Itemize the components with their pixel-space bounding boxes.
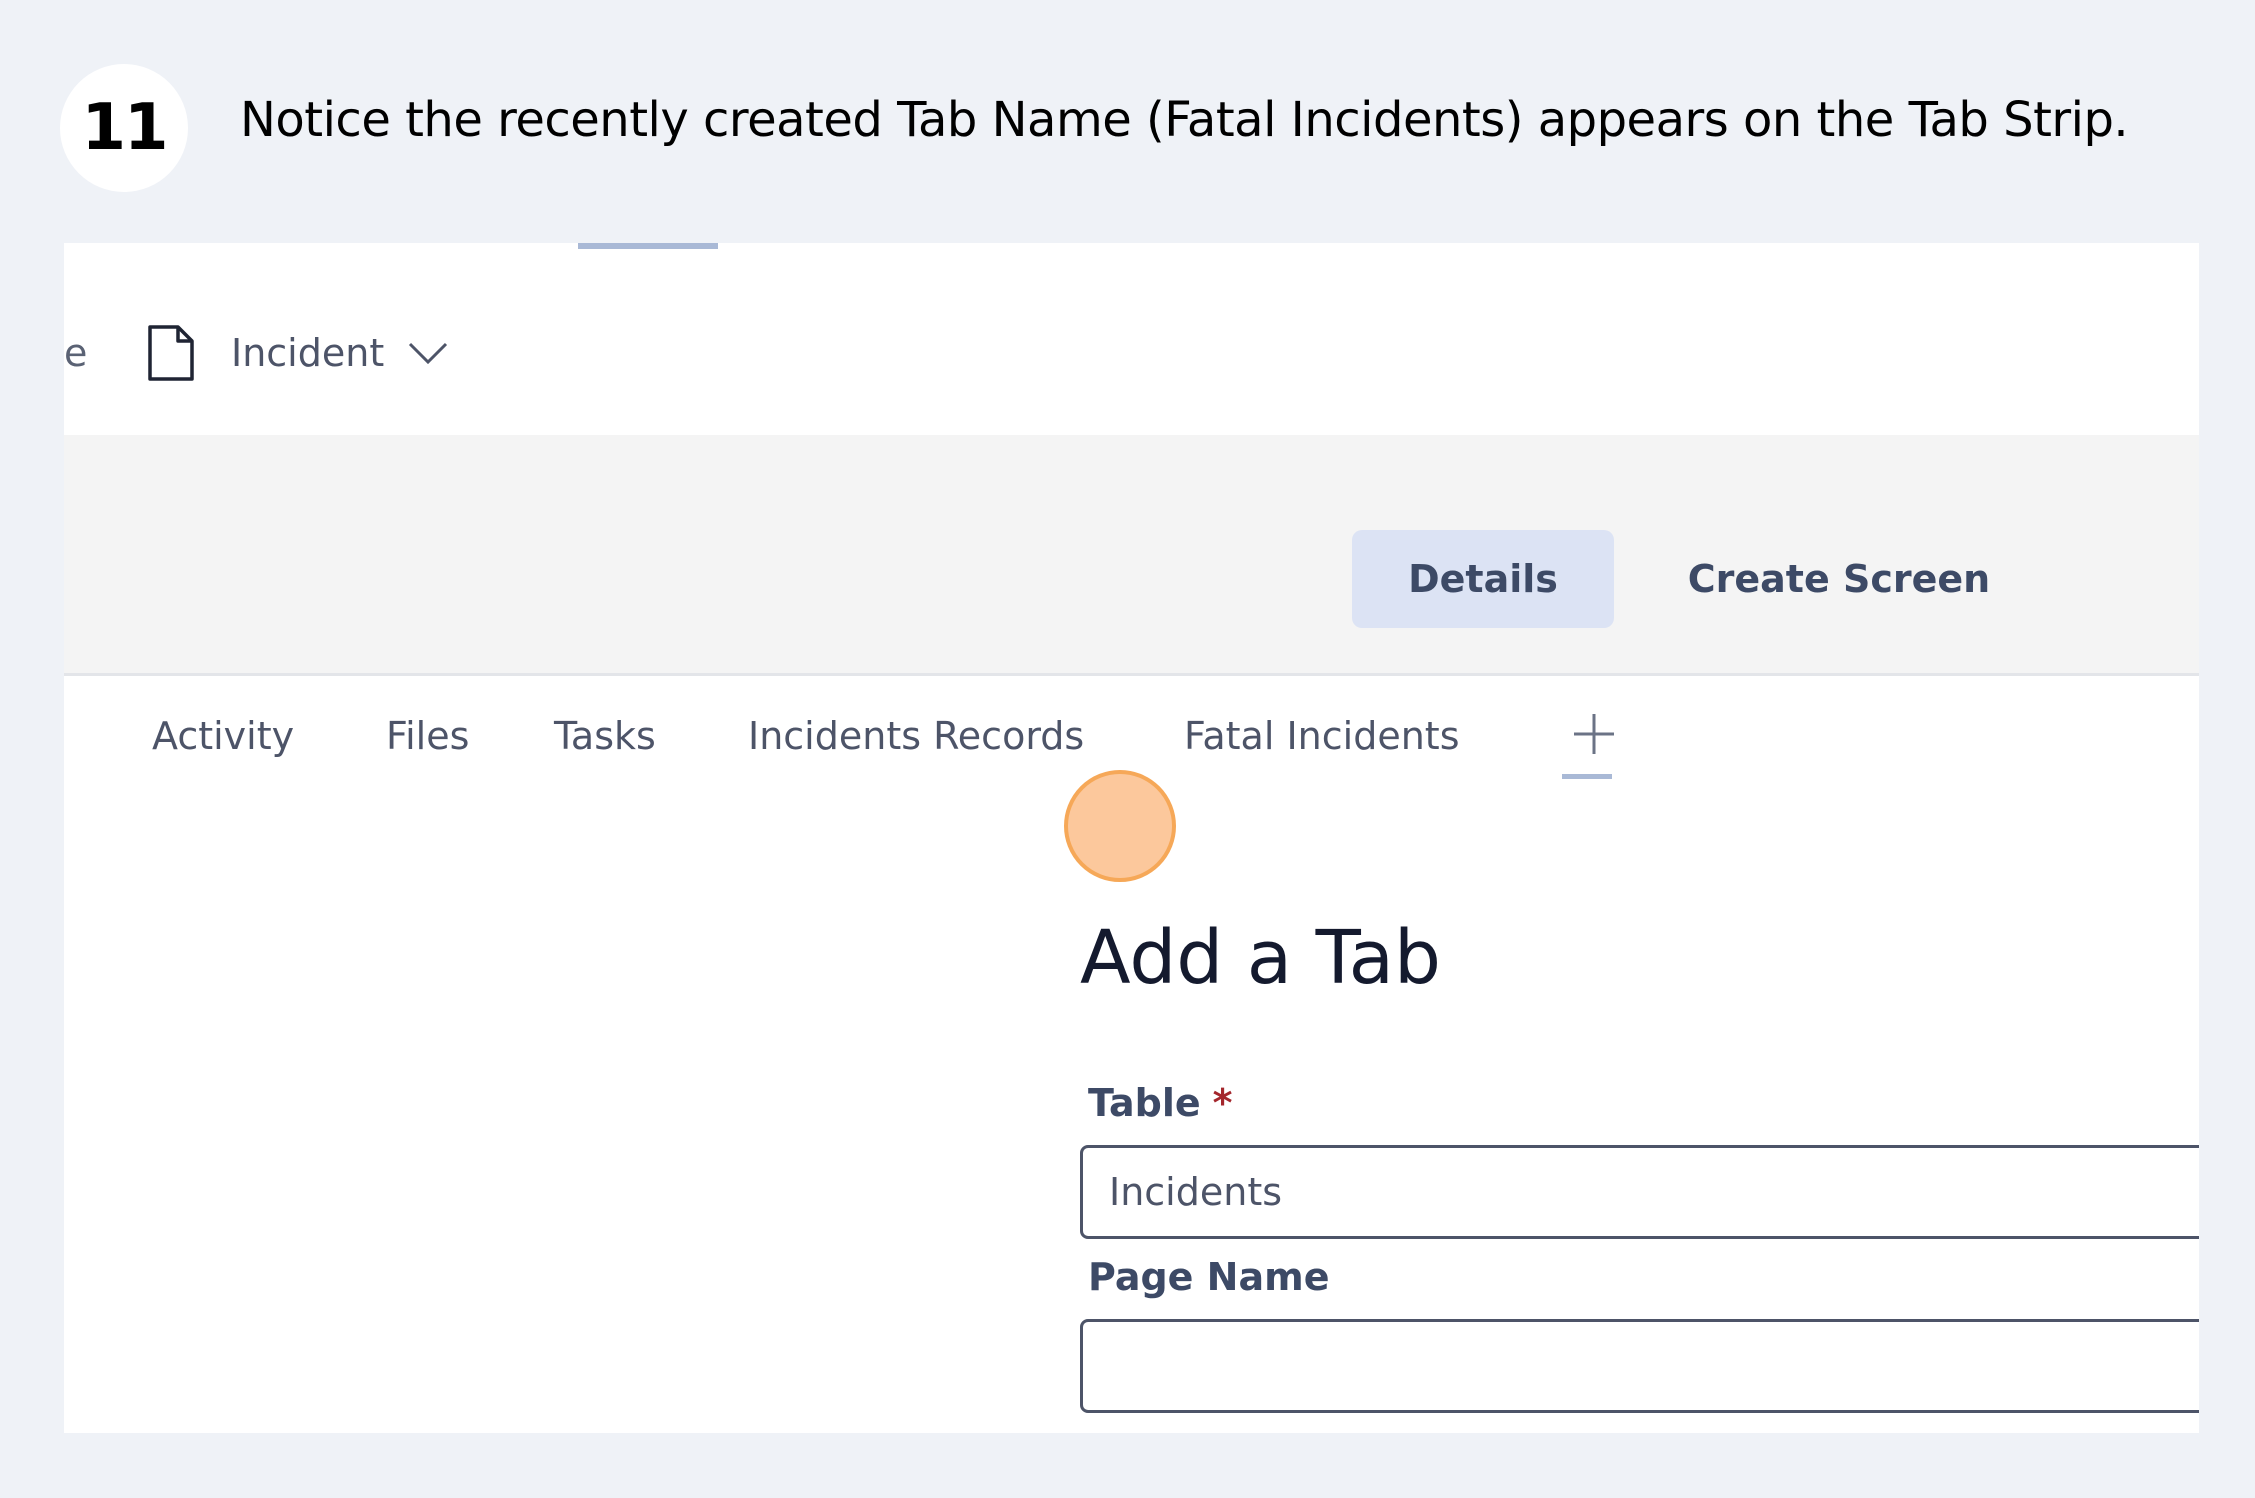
page-name-field[interactable] <box>1080 1319 2199 1413</box>
tutorial-step-page: 11 Notice the recently created Tab Name … <box>0 0 2255 1498</box>
table-field[interactable]: Incidents <box>1080 1145 2199 1239</box>
create-screen-button[interactable]: Create Screen <box>1674 530 2004 628</box>
click-highlight-marker <box>1064 770 1176 882</box>
record-toolbar: Details Create Screen <box>64 435 2199 676</box>
document-icon <box>141 313 201 393</box>
tab-tasks[interactable]: Tasks <box>554 714 656 758</box>
tab-strip: Activity Files Tasks Incidents Records F… <box>64 676 2199 786</box>
step-instruction: Notice the recently created Tab Name (Fa… <box>240 92 2129 148</box>
tab-incidents-records[interactable]: Incidents Records <box>748 714 1084 758</box>
plus-icon[interactable] <box>1564 704 1624 764</box>
breadcrumb-item-incident[interactable]: Incident <box>231 331 384 375</box>
app-screenshot: e Incident Details Create Screen Activit… <box>64 243 2199 1433</box>
page-name-label: Page Name <box>1088 1255 1330 1299</box>
tab-fatal-incidents[interactable]: Fatal Incidents <box>1184 714 1460 758</box>
breadcrumb-fragment: e <box>64 331 88 375</box>
required-asterisk: * <box>1212 1081 1233 1125</box>
active-nav-indicator <box>578 243 718 249</box>
table-field-label: Table * <box>1088 1081 1233 1125</box>
add-tab-title: Add a Tab <box>1080 915 1441 1001</box>
tab-activity[interactable]: Activity <box>152 714 294 758</box>
chevron-down-icon[interactable] <box>408 341 448 365</box>
step-number-badge: 11 <box>60 64 188 192</box>
add-tab-active-underline <box>1562 774 1612 779</box>
table-label-text: Table <box>1088 1081 1201 1125</box>
tab-files[interactable]: Files <box>386 714 469 758</box>
details-button[interactable]: Details <box>1352 530 1614 628</box>
breadcrumb: e Incident <box>64 313 448 393</box>
table-field-value: Incidents <box>1109 1170 1283 1214</box>
